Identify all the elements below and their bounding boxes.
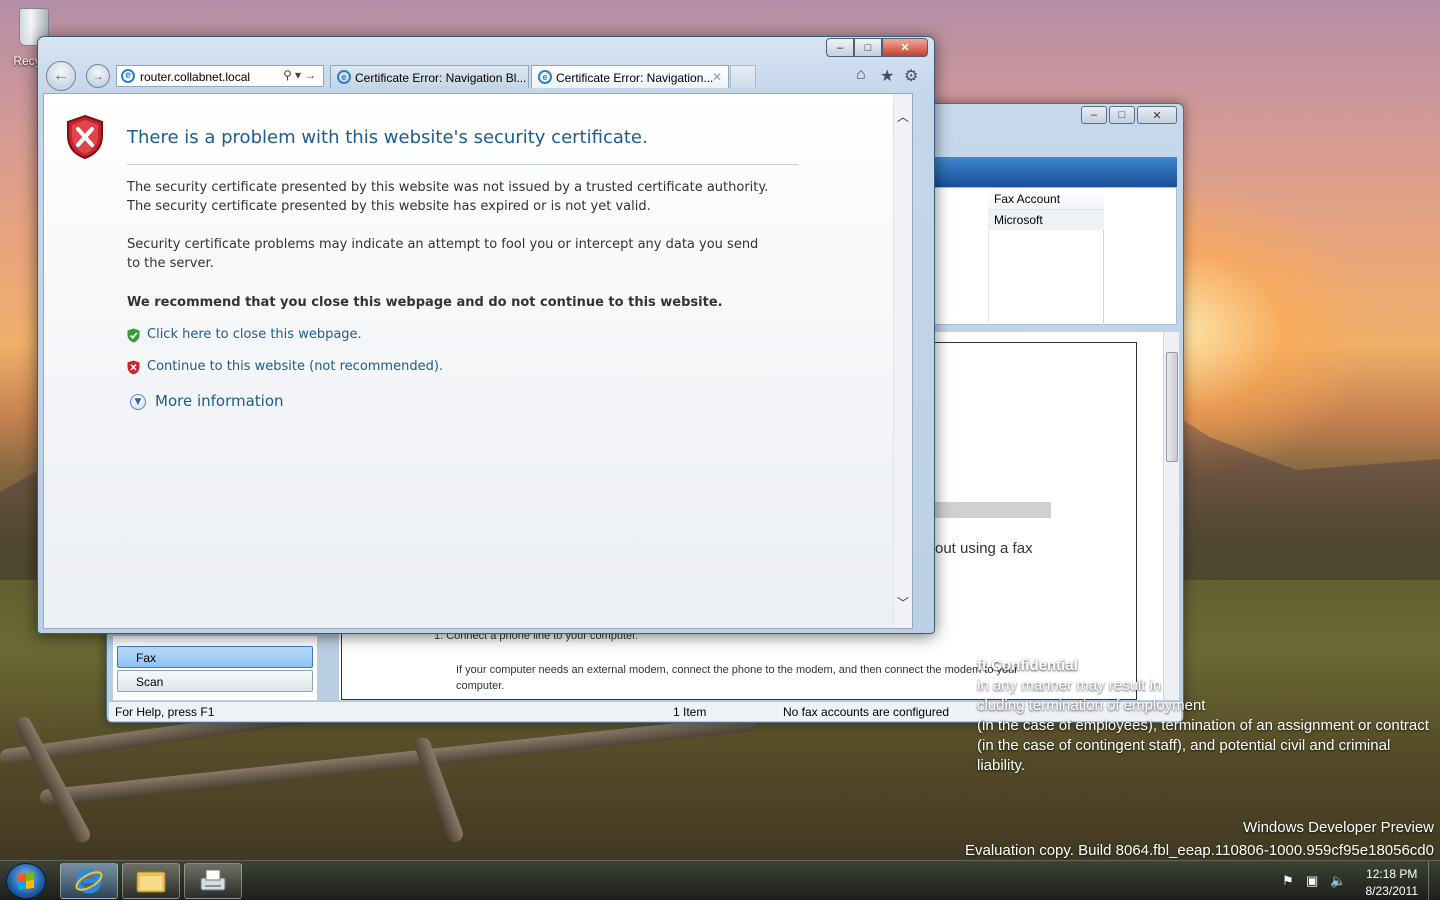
taskbar: ⚑ ▣ 🔈 12:18 PM 8/23/2011 <box>0 860 1440 900</box>
search-icon[interactable]: ⚲ <box>283 68 295 82</box>
taskbar-ie-button[interactable] <box>60 863 118 899</box>
system-tray: ⚑ ▣ 🔈 12:18 PM 8/23/2011 <box>1270 861 1440 900</box>
red-shield-small-icon <box>127 360 140 375</box>
preview-paragraph: If your computer needs an external modem… <box>456 664 1018 692</box>
close-button[interactable]: ✕ <box>882 38 928 57</box>
address-bar[interactable]: e router.collabnet.local ⚲▾→ <box>116 65 324 87</box>
tab-label: Certificate Error: Navigation Bl... <box>355 71 527 85</box>
address-url: router.collabnet.local <box>140 70 251 84</box>
build-watermark: Windows Developer Preview Evaluation cop… <box>965 819 1434 859</box>
maximize-button[interactable]: □ <box>854 38 882 57</box>
address-tools[interactable]: ⚲▾→ <box>283 68 319 82</box>
fax-window-caption-buttons: – □ ✕ <box>1081 106 1177 124</box>
ie-icon: e <box>538 70 552 84</box>
minimize-button[interactable]: – <box>1081 106 1107 124</box>
explorer-folder-icon <box>136 871 166 893</box>
page-content: There is a problem with this website's s… <box>43 93 913 629</box>
page-scrollbar[interactable]: ︿ ﹀ <box>893 94 912 628</box>
home-icon[interactable]: ⌂ <box>856 66 866 84</box>
gear-icon[interactable]: ⚙ <box>904 66 918 86</box>
ie-icon <box>75 868 103 894</box>
nav-scan-button[interactable]: Scan <box>117 670 313 692</box>
start-orb-icon[interactable] <box>6 863 46 899</box>
flag-icon[interactable]: ⚑ <box>1282 873 1294 889</box>
status-help: For Help, press F1 <box>115 705 215 719</box>
taskbar-fax-scan-button[interactable] <box>184 863 242 899</box>
recommendation: We recommend that you close this webpage… <box>127 295 723 310</box>
ie-caption-buttons: – □ ✕ <box>826 38 928 57</box>
fax-printer-icon <box>200 869 226 891</box>
internet-explorer-window[interactable]: – □ ✕ ← → e router.collabnet.local ⚲▾→ e… <box>37 36 935 634</box>
status-accounts: No fax accounts are configured <box>783 705 950 719</box>
scrollbar-thumb[interactable] <box>1166 352 1178 462</box>
minimize-button[interactable]: – <box>826 38 854 57</box>
tab-label: Certificate Error: Navigation... <box>556 71 714 85</box>
preview-scrollbar[interactable] <box>1163 332 1179 700</box>
continue-website-link[interactable]: Continue to this website (not recommende… <box>127 359 443 375</box>
green-shield-check-icon <box>127 328 140 343</box>
more-information-link[interactable]: ▼ More information <box>130 392 284 410</box>
list-cell-account[interactable]: Microsoft <box>988 210 1104 230</box>
nav-fax-button[interactable]: Fax <box>117 646 313 668</box>
cert-reason-1: The security certificate presented by th… <box>127 180 769 195</box>
red-shield-x-icon <box>67 114 103 160</box>
cert-warning: Security certificate problems may indica… <box>127 237 759 271</box>
expand-circle-icon: ▼ <box>130 394 146 410</box>
close-tab-icon[interactable]: ✕ <box>712 70 722 84</box>
tab-certificate-error-2[interactable]: e Certificate Error: Navigation... ✕ <box>531 65 729 88</box>
speaker-muted-icon[interactable]: 🔈 <box>1330 873 1346 889</box>
tab-certificate-error-1[interactable]: e Certificate Error: Navigation Bl... <box>330 65 529 88</box>
close-webpage-link[interactable]: Click here to close this webpage. <box>127 327 362 343</box>
forward-button[interactable]: → <box>86 64 110 88</box>
back-button[interactable]: ← <box>46 61 76 91</box>
ie-icon: e <box>121 69 135 83</box>
confidential-notice: ft Confidential in any manner may result… <box>977 657 1429 774</box>
scroll-up-arrow[interactable]: ︿ <box>897 108 909 125</box>
fax-nav-pane: Fax Scan <box>113 636 317 700</box>
refresh-icon[interactable]: → <box>304 68 319 82</box>
fax-toolbar-band <box>927 157 1177 187</box>
title-divider <box>127 164 798 165</box>
close-button[interactable]: ✕ <box>1137 106 1177 124</box>
fax-message-list[interactable]: Fax Account Microsoft <box>927 187 1177 326</box>
new-tab-button[interactable] <box>730 65 756 88</box>
status-item-count: 1 Item <box>673 705 707 719</box>
clock[interactable]: 12:18 PM 8/23/2011 <box>1366 866 1419 900</box>
preview-heading-fragment: out using a fax <box>935 540 1033 557</box>
column-header-fax-account[interactable]: Fax Account <box>988 188 1104 210</box>
ie-icon: e <box>337 70 351 84</box>
cert-reason-2: The security certificate presented by th… <box>127 199 651 214</box>
network-icon[interactable]: ▣ <box>1306 873 1318 889</box>
page-title: There is a problem with this website's s… <box>127 127 648 148</box>
scroll-down-arrow[interactable]: ﹀ <box>897 594 909 611</box>
taskbar-explorer-button[interactable] <box>122 863 180 899</box>
show-desktop-button[interactable] <box>1428 861 1440 900</box>
maximize-button[interactable]: □ <box>1109 106 1135 124</box>
favorites-star-icon[interactable]: ★ <box>880 66 894 86</box>
